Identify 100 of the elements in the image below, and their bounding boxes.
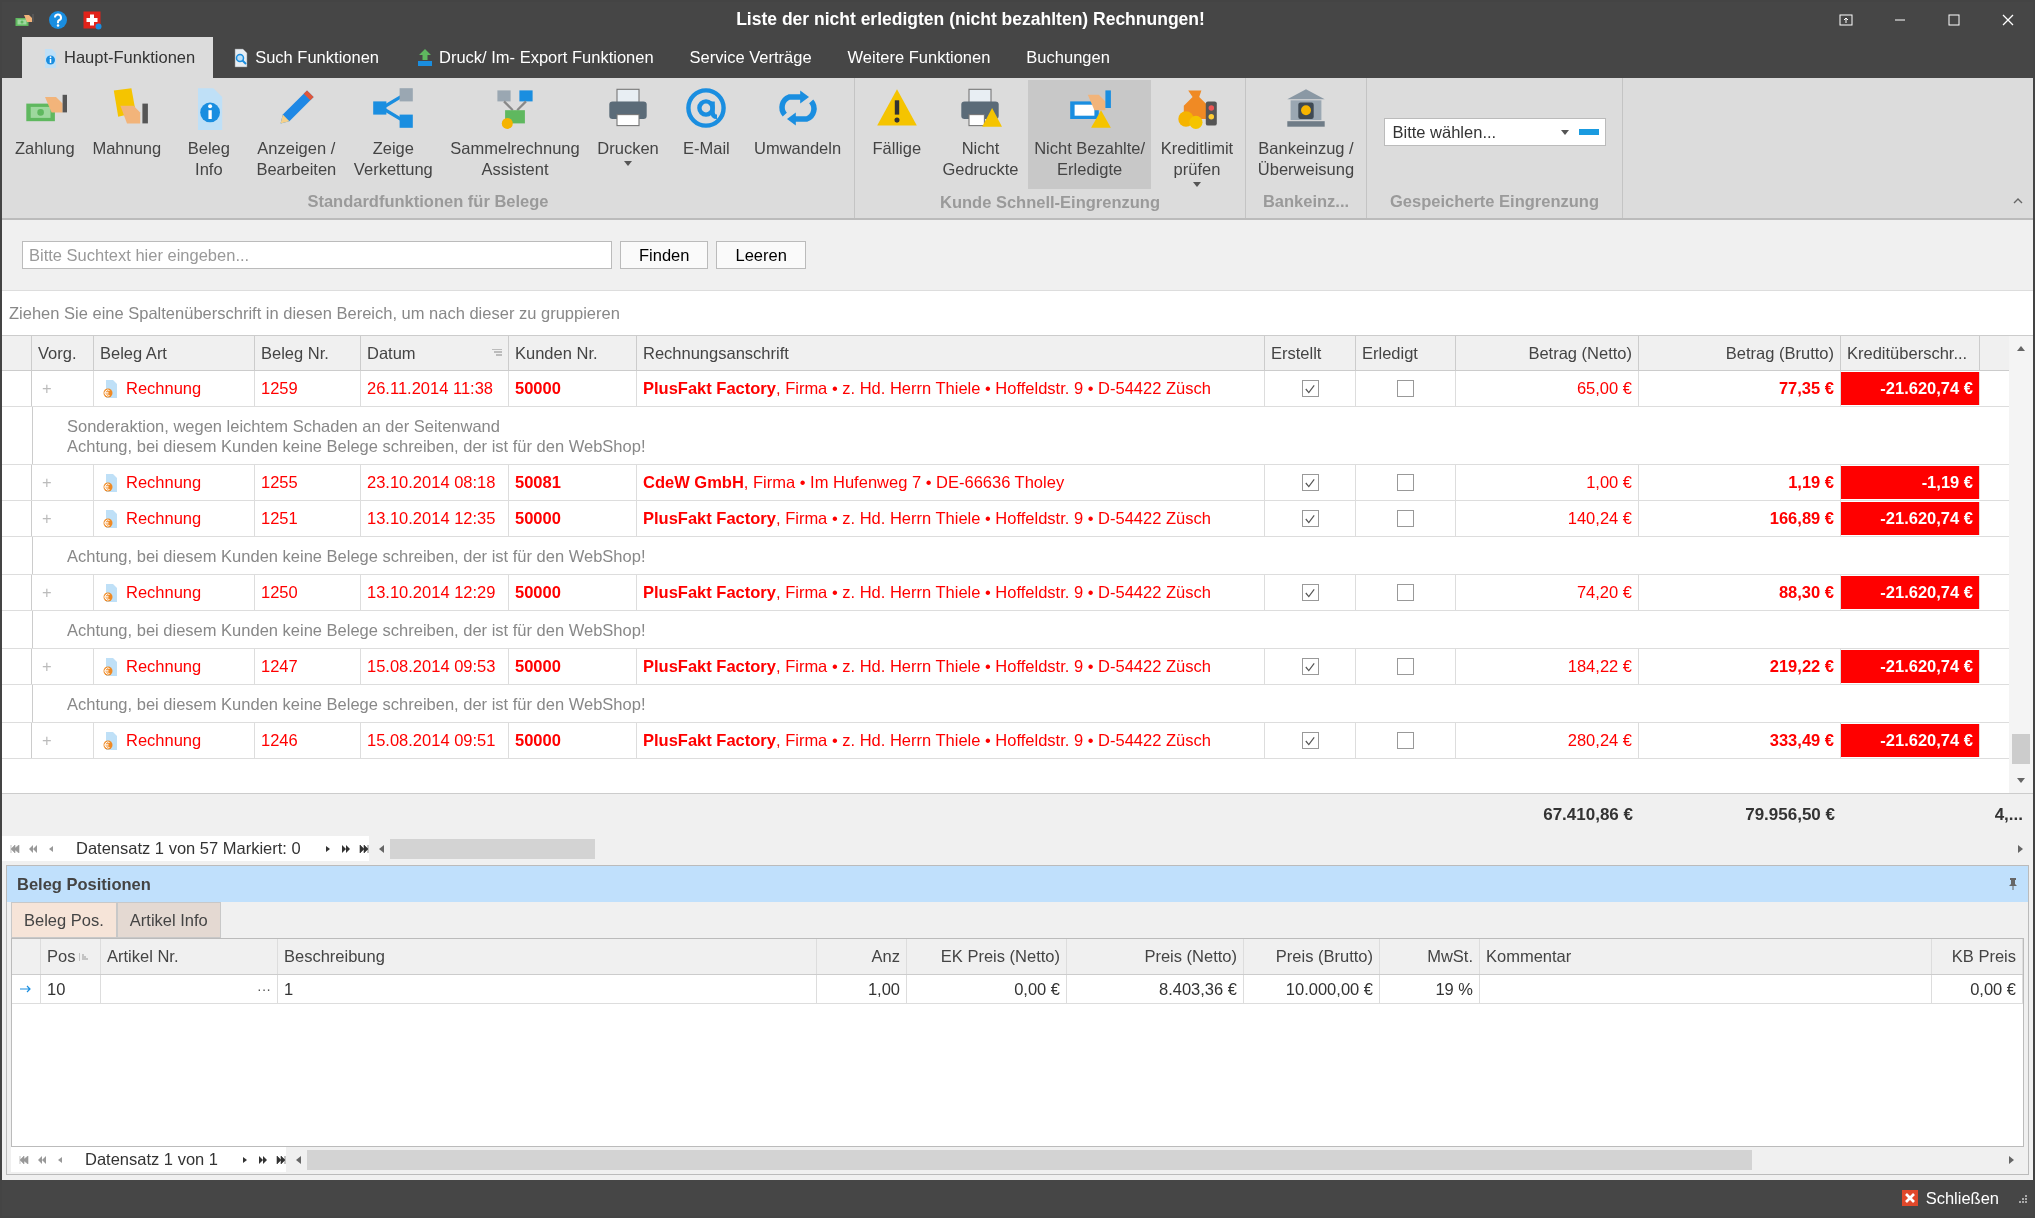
column-header[interactable]: Rechnungsanschrift bbox=[637, 336, 1265, 370]
ribbon-button[interactable]: Fällige bbox=[860, 80, 933, 189]
minus-icon[interactable] bbox=[1578, 129, 1599, 135]
column-header[interactable]: Pos bbox=[41, 939, 101, 974]
share-icon bbox=[371, 86, 416, 130]
filter-dropdown[interactable]: Bitte wählen... bbox=[1383, 118, 1606, 146]
checkbox[interactable] bbox=[1301, 584, 1319, 601]
column-header[interactable]: Preis (Netto) bbox=[1067, 939, 1244, 974]
checkbox[interactable] bbox=[1301, 732, 1319, 749]
nav-last-icon[interactable] bbox=[276, 1155, 286, 1164]
checkbox[interactable] bbox=[1397, 658, 1414, 675]
column-header[interactable]: Erstellt bbox=[1265, 336, 1356, 370]
tab[interactable]: Beleg Pos. bbox=[11, 902, 117, 938]
total-value: 4,... bbox=[1993, 804, 2024, 826]
checkbox[interactable] bbox=[1301, 474, 1319, 491]
nav-prev-page-icon[interactable] bbox=[37, 1155, 47, 1164]
panel-title: Beleg Positionen bbox=[17, 874, 151, 894]
ribbon-button[interactable]: Sammelrechnung Assistent bbox=[444, 80, 586, 188]
collapse-icon[interactable] bbox=[2013, 198, 2023, 204]
column-header[interactable]: Betrag (Brutto) bbox=[1639, 336, 1841, 370]
checkbox[interactable] bbox=[1397, 380, 1414, 397]
scroll-up-icon bbox=[2017, 346, 2025, 351]
column-header[interactable]: MwSt. bbox=[1380, 939, 1480, 974]
column-header[interactable]: Beleg Art bbox=[94, 336, 255, 370]
table-cell: 15.08.2014 09:53 bbox=[367, 657, 496, 676]
nav-prev-page-icon[interactable] bbox=[28, 844, 38, 853]
ribbon-tab[interactable]: Such Funktionen bbox=[213, 37, 397, 78]
nav-next-page-icon[interactable] bbox=[258, 1155, 268, 1164]
scroll-thumb[interactable] bbox=[389, 838, 595, 859]
tab[interactable]: Artikel Info bbox=[116, 902, 221, 938]
checkbox[interactable] bbox=[1397, 510, 1414, 527]
scroll-thumb[interactable] bbox=[2012, 734, 2030, 764]
column-header[interactable]: Artikel Nr. bbox=[101, 939, 278, 974]
note-text: Achtung, bei diesem Kunden keine Belege schreiben, der ist für den WebShop! bbox=[67, 620, 646, 640]
close-icon[interactable] bbox=[2001, 12, 2015, 27]
nav-next-page-icon[interactable] bbox=[340, 844, 351, 853]
checkbox[interactable] bbox=[1301, 510, 1319, 527]
ribbon-button[interactable]: Nicht Gedruckte bbox=[936, 80, 1025, 189]
column-header[interactable]: Preis (Brutto) bbox=[1244, 939, 1380, 974]
ribbon-button[interactable]: Bankeinzug / Überweisung bbox=[1251, 80, 1361, 188]
swiss-flag-icon bbox=[82, 9, 102, 30]
ribbon-button[interactable]: Mahnung bbox=[86, 80, 168, 188]
nav-last-icon[interactable] bbox=[358, 844, 369, 853]
record-counter: Datensatz 1 von 1 bbox=[84, 1150, 219, 1169]
column-header[interactable]: Kreditüberschr... bbox=[1841, 336, 1980, 370]
column-header[interactable]: Datum bbox=[361, 336, 509, 370]
ribbon-button[interactable]: E-Mail bbox=[670, 80, 743, 188]
ribbon-button[interactable]: Kreditlimit prüfen bbox=[1154, 80, 1240, 189]
column-header[interactable]: Betrag (Netto) bbox=[1456, 336, 1639, 370]
check-icon bbox=[1304, 512, 1316, 525]
column-header[interactable]: Beschreibung bbox=[278, 939, 817, 974]
search-button[interactable]: Finden bbox=[620, 241, 709, 269]
checkbox[interactable] bbox=[1301, 380, 1319, 397]
checkbox[interactable] bbox=[1301, 658, 1319, 675]
help-icon bbox=[48, 9, 68, 30]
table-cell: 50000 bbox=[515, 731, 561, 750]
ribbon-tab[interactable]: Haupt-Funktionen bbox=[22, 37, 214, 78]
ribbon-tab[interactable]: Druck/ Im- Export Funktionen bbox=[397, 37, 672, 78]
ribbon-button[interactable]: Drucken bbox=[591, 80, 665, 188]
checkbox[interactable] bbox=[1397, 474, 1414, 491]
table-cell: PlusFakt Factory, Firma • z. Hd. Herrn Thiele • Hoffeldstr. 9 • D-54422 Züsch bbox=[643, 731, 1211, 750]
table-cell: 50000 bbox=[515, 379, 561, 398]
ribbon-button[interactable]: Zeige Verkettung bbox=[347, 80, 439, 188]
search-field[interactable]: Bitte Suchtext hier eingeben... bbox=[22, 241, 612, 269]
table-cell: 1250 bbox=[261, 583, 298, 602]
column-header[interactable]: Beleg Nr. bbox=[255, 336, 361, 370]
vertical-scrollbar[interactable] bbox=[2009, 336, 2033, 793]
column-header[interactable]: Erledigt bbox=[1356, 336, 1456, 370]
column-header[interactable]: Vorg. bbox=[32, 336, 94, 370]
ribbon-button[interactable]: Anzeigen / Bearbeiten bbox=[250, 80, 343, 188]
checkbox[interactable] bbox=[1397, 732, 1414, 749]
maximize-icon[interactable] bbox=[1947, 12, 1961, 27]
ribbon-tab[interactable]: Buchungen bbox=[1008, 37, 1128, 78]
column-header[interactable]: Kommentar bbox=[1480, 939, 1932, 974]
search-button[interactable]: Leeren bbox=[716, 241, 806, 269]
pin-icon[interactable] bbox=[2008, 878, 2018, 890]
table-cell: 333,49 € bbox=[1769, 731, 1834, 750]
table-cell: 13.10.2014 12:29 bbox=[367, 583, 496, 602]
ribbon-button[interactable]: Nicht Bezahlte/ Erledigte bbox=[1028, 80, 1152, 189]
total-value: 67.410,86 € bbox=[1542, 804, 1634, 826]
close-button[interactable]: Schließen bbox=[1891, 1188, 2009, 1208]
column-header[interactable]: Anz bbox=[817, 939, 907, 974]
ellipsis-button[interactable]: ··· bbox=[257, 981, 271, 997]
checkbox[interactable] bbox=[1397, 584, 1414, 601]
table-cell: 0,00 € bbox=[1970, 979, 2016, 999]
column-header[interactable]: EK Preis (Netto) bbox=[907, 939, 1067, 974]
scroll-thumb[interactable] bbox=[307, 1149, 1752, 1170]
layout-icon[interactable] bbox=[1839, 12, 1853, 27]
ribbon-button[interactable]: Zahlung bbox=[8, 80, 81, 188]
nav-first-icon[interactable] bbox=[19, 1155, 29, 1164]
nav-first-icon[interactable] bbox=[10, 844, 20, 853]
note-text: Sonderaktion, wegen leichtem Schaden an der Seitenwand bbox=[67, 416, 501, 436]
column-header[interactable]: Kunden Nr. bbox=[509, 336, 637, 370]
scroll-right-icon bbox=[2018, 844, 2023, 853]
ribbon-tab[interactable]: Service Verträge bbox=[671, 37, 830, 78]
column-header[interactable]: KB Preis bbox=[1932, 939, 2023, 974]
ribbon-button[interactable]: Beleg Info bbox=[172, 80, 245, 188]
table-cell: 74,20 € bbox=[1576, 583, 1632, 602]
ribbon-tab[interactable]: Weitere Funktionen bbox=[829, 37, 1009, 78]
ribbon-button[interactable]: Umwandeln bbox=[747, 80, 848, 188]
